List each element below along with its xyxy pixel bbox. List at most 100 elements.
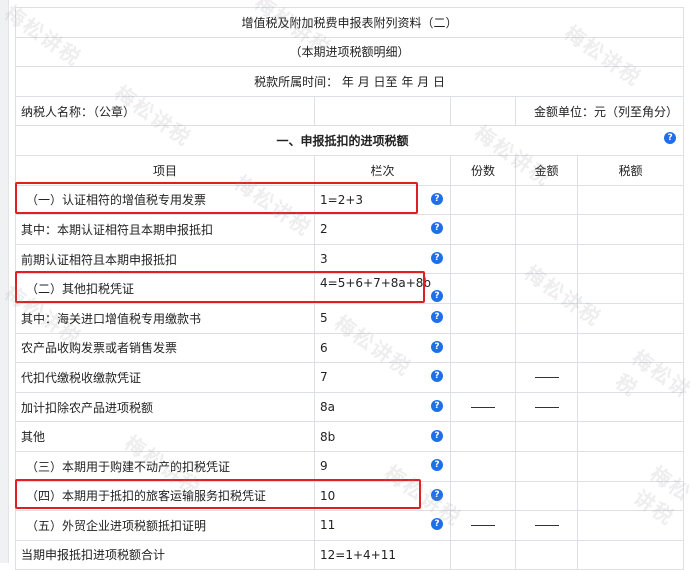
header-count: 份数 — [450, 154, 516, 186]
amount-cell[interactable] — [515, 302, 578, 334]
dash-mark — [471, 525, 495, 527]
row-line-label: 11 — [320, 518, 336, 533]
help-icon[interactable]: ? — [431, 340, 443, 353]
row-line: 3? — [314, 243, 451, 275]
count-cell[interactable] — [450, 184, 516, 216]
row-line-label: 6 — [320, 340, 328, 355]
header-item: 项目 — [15, 154, 315, 186]
row-line-label: 9 — [320, 459, 328, 474]
count-cell — [450, 510, 516, 541]
tax-cell[interactable] — [576, 214, 685, 245]
table-row: 代扣代缴税收缴款凭证 7? — [15, 362, 685, 393]
table-row: 农产品收购发票或者销售发票 6? — [15, 332, 685, 364]
help-icon[interactable]: ? — [431, 518, 443, 531]
row-line-label: 3 — [320, 252, 328, 267]
row-line: 2? — [314, 214, 451, 245]
table-row: （三）本期用于购建不动产的扣税凭证 9? — [15, 450, 685, 482]
table-row: 其中：海关进口增值税专用缴款书 5? — [15, 302, 685, 334]
tax-cell[interactable] — [576, 362, 685, 393]
row-line-label: 2 — [320, 222, 328, 237]
amount-cell — [515, 510, 578, 541]
amount-cell[interactable] — [515, 539, 578, 570]
count-cell[interactable] — [450, 362, 516, 393]
row-item: 其中：海关进口增值税专用缴款书 — [15, 302, 315, 334]
form-subtitle: （本期进项税额明细） — [14, 36, 685, 68]
tax-cell[interactable] — [576, 539, 685, 570]
row-item: 其中：本期认证相符且本期申报抵扣 — [15, 214, 315, 245]
table-row: （五）外贸企业进项税额抵扣证明 11? — [15, 510, 685, 541]
taxpayer-name: 纳税人名称：（公章） — [15, 95, 315, 127]
blank-cell — [450, 95, 516, 127]
row-item: 其他 — [15, 421, 315, 452]
dash-mark — [534, 525, 559, 527]
row-item: 加计扣除农产品进项税额 — [15, 391, 315, 423]
help-icon[interactable]: ? — [664, 132, 677, 145]
amount-cell[interactable] — [515, 184, 578, 216]
tax-cell[interactable] — [576, 184, 685, 216]
count-cell[interactable] — [450, 539, 516, 570]
row-item: 当期申报抵扣进项税额合计 — [15, 539, 315, 570]
highlight-box-row-1 — [15, 182, 418, 214]
row-line: 12=1+4+11 — [314, 539, 451, 570]
count-cell[interactable] — [450, 273, 516, 304]
help-icon[interactable]: ? — [431, 370, 443, 383]
amount-cell — [515, 362, 578, 393]
amount-cell[interactable] — [515, 273, 578, 304]
tax-cell[interactable] — [576, 243, 685, 275]
help-icon[interactable]: ? — [431, 192, 443, 205]
row-line-label: 8a — [320, 400, 335, 415]
tax-cell[interactable] — [576, 450, 685, 482]
tax-cell[interactable] — [576, 480, 685, 512]
help-icon[interactable]: ? — [431, 429, 443, 442]
highlight-box-row-4 — [15, 271, 425, 303]
amount-cell[interactable] — [515, 480, 578, 512]
count-cell — [450, 391, 516, 423]
tax-cell[interactable] — [576, 332, 685, 364]
tax-period: 税款所属时间： 年 月 日至 年 月 日 — [14, 66, 685, 97]
count-cell[interactable] — [450, 302, 516, 334]
count-cell[interactable] — [450, 332, 516, 364]
help-icon[interactable]: ? — [431, 252, 443, 265]
tax-cell[interactable] — [576, 302, 685, 334]
amount-cell — [515, 391, 578, 423]
header-amount: 金额 — [515, 154, 578, 186]
row-line: 8a? — [314, 391, 451, 423]
amount-cell[interactable] — [515, 214, 578, 245]
row-item: （五）外贸企业进项税额抵扣证明 — [15, 510, 315, 541]
header-line: 栏次 — [314, 154, 451, 186]
help-icon[interactable]: ? — [431, 488, 443, 501]
help-icon[interactable]: ? — [431, 222, 443, 235]
row-line-label: 7 — [320, 370, 328, 385]
count-cell[interactable] — [450, 421, 516, 452]
row-line: 11? — [314, 510, 451, 541]
amount-cell[interactable] — [515, 243, 578, 275]
count-cell[interactable] — [450, 450, 516, 482]
count-cell[interactable] — [450, 243, 516, 275]
row-line: 8b? — [314, 421, 451, 452]
tax-cell[interactable] — [576, 421, 685, 452]
tax-cell[interactable] — [576, 510, 685, 541]
row-line: 9? — [314, 450, 451, 482]
help-icon[interactable]: ? — [431, 400, 443, 413]
table-row: 当期申报抵扣进项税额合计 12=1+4+11 — [15, 539, 685, 570]
row-item: 前期认证相符且本期申报抵扣 — [15, 243, 315, 275]
amount-cell[interactable] — [515, 421, 578, 452]
help-icon[interactable]: ? — [431, 289, 443, 302]
count-cell[interactable] — [450, 480, 516, 512]
help-icon[interactable]: ? — [431, 311, 443, 324]
table-row: 加计扣除农产品进项税额 8a? — [15, 391, 685, 423]
tax-cell[interactable] — [576, 391, 685, 423]
dash-mark — [534, 407, 559, 409]
count-cell[interactable] — [450, 214, 516, 245]
section-title: 一、申报抵扣的进项税额 — [276, 134, 409, 149]
table-row: 前期认证相符且本期申报抵扣 3? — [15, 243, 685, 275]
section-header: 一、申报抵扣的进项税额? — [14, 125, 685, 156]
tax-cell[interactable] — [576, 273, 685, 304]
help-icon[interactable]: ? — [431, 459, 443, 472]
row-line: 6? — [314, 332, 451, 364]
form-title: 增值税及附加税费申报表附列资料（二） — [14, 7, 685, 38]
row-line-label: 5 — [320, 311, 328, 326]
left-scrollbar[interactable] — [0, 0, 9, 563]
amount-cell[interactable] — [515, 332, 578, 364]
amount-cell[interactable] — [515, 450, 578, 482]
